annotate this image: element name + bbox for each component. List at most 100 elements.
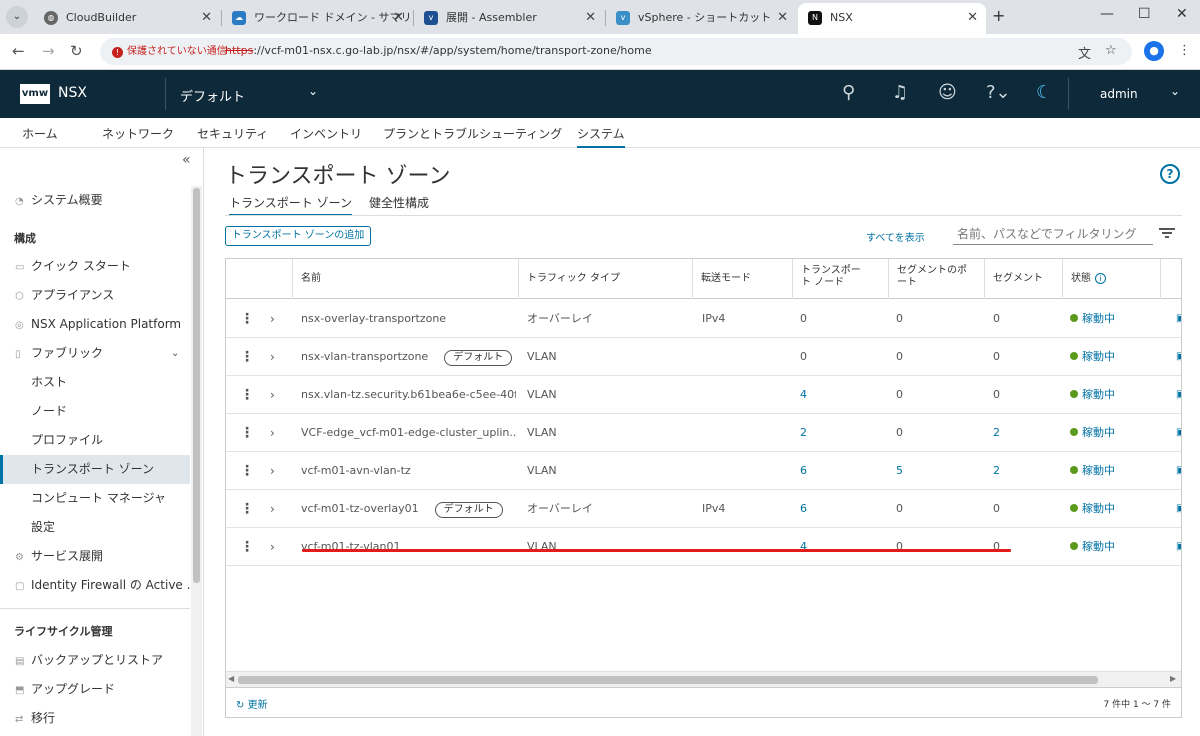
browser-menu-icon[interactable]: ⋮ (1178, 43, 1191, 58)
column-transfer-mode[interactable]: 転送モード (692, 259, 792, 299)
menu-system[interactable]: システム (577, 125, 625, 148)
column-segment-ports[interactable]: セグメントのポート (888, 259, 984, 299)
show-all-link[interactable]: すべてを表示 (866, 229, 925, 244)
chevron-down-icon[interactable]: ⌄ (1170, 84, 1180, 98)
row-detail-icon[interactable]: ▣ (1176, 452, 1181, 490)
expand-row-icon[interactable]: › (270, 300, 275, 338)
status-badge[interactable]: 稼動中 (1070, 414, 1115, 452)
horizontal-scroll-thumb[interactable] (238, 676, 1098, 684)
browser-tab-vsphere[interactable]: v vSphere - ショートカット ✕ (606, 3, 796, 34)
row-actions-icon[interactable]: ⋮ (240, 376, 254, 414)
tab-health-config[interactable]: 健全性構成 (369, 194, 429, 216)
sidebar-item-service-deployment[interactable]: ⚙ サービス展開 (0, 542, 190, 571)
profile-icon[interactable]: ● (1144, 41, 1164, 61)
row-detail-icon[interactable]: ▣ (1176, 414, 1181, 452)
row-actions-icon[interactable]: ⋮ (240, 452, 254, 490)
translate-icon[interactable]: 文 (1078, 43, 1091, 62)
url-field[interactable]: ! 保護されていない通信 https://vcf-m01-nsx.c.go-lab… (100, 38, 1132, 65)
table-row[interactable]: ⋮ › VCF-edge_vcf-m01-edge-cluster_uplin...… (226, 414, 1181, 452)
row-actions-icon[interactable]: ⋮ (240, 528, 254, 566)
sidebar-item-upgrade[interactable]: ⬒ アップグレード (0, 675, 190, 704)
column-segments[interactable]: セグメント (984, 259, 1062, 299)
row-detail-icon[interactable]: ▣ (1176, 490, 1181, 528)
horizontal-scrollbar[interactable]: ◀ ▶ (226, 671, 1181, 687)
cell-transport-nodes[interactable]: 6 (800, 452, 880, 490)
status-badge[interactable]: 稼動中 (1070, 452, 1115, 490)
sidebar-item-compute-managers[interactable]: コンピュート マネージャ (0, 484, 190, 513)
refresh-button[interactable]: ↻ 更新 (236, 696, 268, 711)
new-tab-button[interactable]: + (992, 6, 1005, 25)
browser-tab-workload-domain[interactable]: ☁ ワークロード ドメイン - サマリ ✕ (222, 3, 412, 34)
cell-transport-nodes[interactable]: 4 (800, 376, 880, 414)
table-row[interactable]: ⋮ › vcf-m01-tz-vlan01 VLAN 4 0 0 稼動中 ▣ (226, 528, 1181, 566)
status-badge[interactable]: 稼動中 (1070, 376, 1115, 414)
menu-inventory[interactable]: インベントリ (290, 125, 362, 148)
moon-icon[interactable]: ☾ (1036, 82, 1052, 103)
help-icon[interactable]: ? (1160, 164, 1180, 184)
cell-transport-nodes[interactable]: 6 (800, 490, 880, 528)
row-detail-icon[interactable]: ▣ (1176, 528, 1181, 566)
help-menu-icon[interactable]: ?⌄ (986, 82, 1011, 103)
column-traffic-type[interactable]: トラフィック タイプ (518, 259, 692, 299)
not-secure-indicator[interactable]: ! 保護されていない通信 (108, 43, 233, 60)
chevron-down-icon[interactable]: ⌄ (171, 339, 179, 368)
cell-transport-nodes[interactable]: 2 (800, 414, 880, 452)
row-actions-icon[interactable]: ⋮ (240, 338, 254, 376)
collapse-sidebar-icon[interactable]: « (182, 152, 191, 168)
table-row[interactable]: ⋮ › nsx-vlan-transportzoneデフォルト VLAN 0 0 0 稼動中 ▣ (226, 338, 1181, 376)
close-window-icon[interactable]: ✕ (1176, 6, 1188, 22)
tab-transport-zones[interactable]: トランスポート ゾーン (229, 194, 352, 216)
table-row[interactable]: ⋮ › vcf-m01-avn-vlan-tz VLAN 652 稼動中 ▣ (226, 452, 1181, 490)
menu-security[interactable]: セキュリティ (197, 125, 268, 148)
minimize-icon[interactable]: — (1100, 6, 1114, 22)
table-row[interactable]: ⋮ › nsx.vlan-tz.security.b61bea6e-c5ee-40f… (226, 376, 1181, 414)
menu-network[interactable]: ネットワーク (102, 125, 174, 148)
cell-transport-nodes[interactable]: 4 (800, 528, 880, 566)
column-status[interactable]: 状態 i (1062, 259, 1160, 299)
sidebar-item-nap[interactable]: ◎ NSX Application Platform (0, 310, 190, 339)
bell-icon[interactable]: ♫ (892, 82, 908, 103)
sidebar-item-profiles[interactable]: プロファイル (0, 426, 190, 455)
column-transport-nodes[interactable]: トランスポート ノード (792, 259, 888, 299)
sidebar-item-migrate[interactable]: ⇄ 移行 (0, 704, 190, 733)
user-menu[interactable]: admin (1100, 87, 1138, 101)
row-actions-icon[interactable]: ⋮ (240, 414, 254, 452)
browser-tab-assembler[interactable]: v 展開 - Assembler ✕ (414, 3, 604, 34)
sidebar-item-appliances[interactable]: ⬡ アプライアンス (0, 281, 190, 310)
expand-row-icon[interactable]: › (270, 338, 275, 376)
row-detail-icon[interactable]: ▣ (1176, 338, 1181, 376)
sidebar-item-hosts[interactable]: ホスト (0, 368, 190, 397)
context-selector[interactable]: デフォルト (180, 86, 245, 105)
chevron-down-icon[interactable]: ⌄ (308, 84, 318, 98)
filter-icon[interactable] (1159, 226, 1175, 240)
maximize-icon[interactable]: ☐ (1138, 6, 1151, 22)
browser-tab-cloudbuilder[interactable]: ◍ CloudBuilder ✕ (34, 3, 220, 34)
close-tab-icon[interactable]: ✕ (201, 3, 212, 32)
sidebar-item-quick-start[interactable]: ▭ クイック スタート (0, 252, 190, 281)
cell-segment-ports[interactable]: 5 (896, 452, 976, 490)
close-tab-icon[interactable]: ✕ (585, 3, 596, 32)
forward-icon[interactable]: → (42, 42, 55, 60)
scroll-right-icon[interactable]: ▶ (1170, 674, 1176, 683)
status-badge[interactable]: 稼動中 (1070, 300, 1115, 338)
close-tab-icon[interactable]: ✕ (393, 3, 404, 32)
sidebar-item-idfw[interactable]: ▢ Identity Firewall の Active ... (0, 571, 190, 600)
close-tab-icon[interactable]: ✕ (777, 3, 788, 32)
scroll-left-icon[interactable]: ◀ (228, 674, 234, 683)
add-transport-zone-button[interactable]: トランスポート ゾーンの追加 (225, 226, 371, 246)
sidebar-scroll-thumb[interactable] (193, 188, 200, 583)
sidebar-item-nodes[interactable]: ノード (0, 397, 190, 426)
reload-icon[interactable]: ↻ (70, 42, 83, 60)
row-detail-icon[interactable]: ▣ (1176, 376, 1181, 414)
info-icon[interactable]: i (1095, 273, 1106, 284)
smiley-icon[interactable]: ☺ (938, 82, 957, 103)
cell-segments[interactable]: 2 (993, 414, 1053, 452)
browser-tab-nsx[interactable]: N NSX ✕ (798, 3, 986, 34)
expand-row-icon[interactable]: › (270, 452, 275, 490)
menu-plan-troubleshoot[interactable]: プランとトラブルシューティング (383, 125, 562, 148)
cell-segments[interactable]: 2 (993, 452, 1053, 490)
column-name[interactable]: 名前 (292, 259, 518, 299)
bookmark-star-icon[interactable]: ☆ (1105, 43, 1117, 58)
table-row[interactable]: ⋮ › vcf-m01-tz-overlay01 デフォルト オーバーレイ IPv4 6 0 0… (226, 490, 1181, 528)
row-actions-icon[interactable]: ⋮ (240, 490, 254, 528)
